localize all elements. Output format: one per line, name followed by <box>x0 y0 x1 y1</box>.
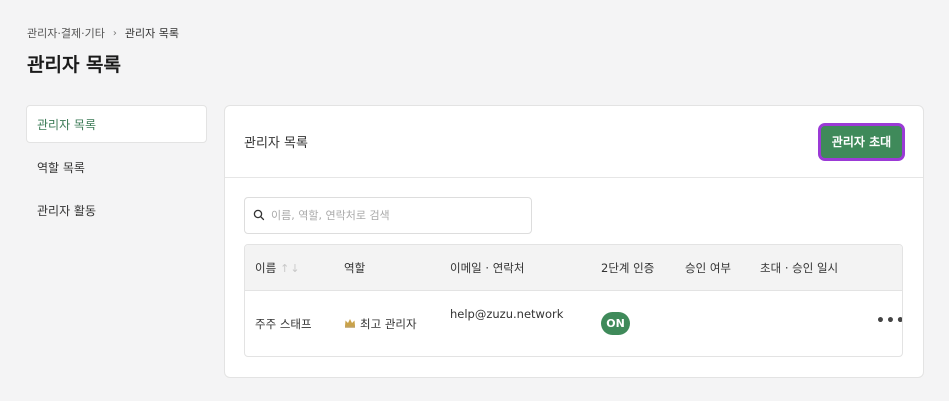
sidebar-item-label: 관리자 활동 <box>37 203 97 218</box>
sidebar-item-label: 관리자 목록 <box>37 117 97 132</box>
cell-name: 주주 스태프 <box>255 317 312 331</box>
chevron-right-icon: › <box>112 27 117 39</box>
search-icon <box>253 206 265 225</box>
sort-icon[interactable]: ↑↓ <box>280 262 300 275</box>
sidebar-item-admin-list[interactable]: 관리자 목록 <box>26 105 207 143</box>
breadcrumb-current: 관리자 목록 <box>124 27 179 40</box>
crown-icon <box>344 318 356 331</box>
cell-role: 최고 관리자 <box>344 316 417 332</box>
role-label: 최고 관리자 <box>360 317 417 331</box>
column-header-label: 역할 <box>344 261 366 275</box>
invite-admin-button[interactable]: 관리자 초대 <box>818 122 905 161</box>
column-header-label: 이름 <box>255 261 277 275</box>
sidebar-item-role-list[interactable]: 역할 목록 <box>26 148 207 186</box>
card-header: 관리자 목록 관리자 초대 <box>225 106 923 178</box>
cell-2fa: ON <box>601 312 630 335</box>
column-header-name[interactable]: 이름 ↑↓ <box>255 245 301 291</box>
column-header-invited-at: 초대 · 승인 일시 <box>760 245 838 291</box>
sidebar-item-label: 역할 목록 <box>37 160 85 175</box>
admin-table: 이름 ↑↓ 역할 이메일 · 연락처 2단계 인증 승인 여부 초대 · 승인 … <box>244 244 903 357</box>
column-header-label: 이메일 · 연락처 <box>450 261 525 275</box>
search-box <box>244 197 532 234</box>
column-header-approval: 승인 여부 <box>685 245 731 291</box>
card-title: 관리자 목록 <box>244 136 308 151</box>
more-options-icon[interactable]: ••• <box>876 313 902 329</box>
page-title: 관리자 목록 <box>27 54 122 76</box>
column-header-contact: 이메일 · 연락처 <box>450 245 524 291</box>
sidebar-item-admin-activity[interactable]: 관리자 활동 <box>26 191 207 229</box>
table-header: 이름 ↑↓ 역할 이메일 · 연락처 2단계 인증 승인 여부 초대 · 승인 … <box>245 245 902 291</box>
admin-list-card: 관리자 목록 관리자 초대 이름 ↑↓ 역할 이메일 · 연락처 2단계 인증 <box>224 105 924 378</box>
column-header-label: 2단계 인증 <box>601 261 655 275</box>
breadcrumb: 관리자·결제·기타 › 관리자 목록 <box>27 25 179 41</box>
cell-contact: help@zuzu.network <box>450 307 564 321</box>
column-header-role: 역할 <box>344 245 365 291</box>
column-header-label: 승인 여부 <box>685 261 731 275</box>
column-header-label: 초대 · 승인 일시 <box>760 261 839 275</box>
search-input[interactable] <box>271 209 531 222</box>
column-header-2fa: 2단계 인증 <box>601 245 654 291</box>
2fa-status-badge: ON <box>601 312 630 335</box>
breadcrumb-parent[interactable]: 관리자·결제·기타 <box>27 25 105 41</box>
table-row[interactable]: 주주 스태프 최고 관리자 help@zuzu.network ON ••• <box>245 291 902 356</box>
sidebar: 관리자 목록 역할 목록 관리자 활동 <box>26 105 207 234</box>
